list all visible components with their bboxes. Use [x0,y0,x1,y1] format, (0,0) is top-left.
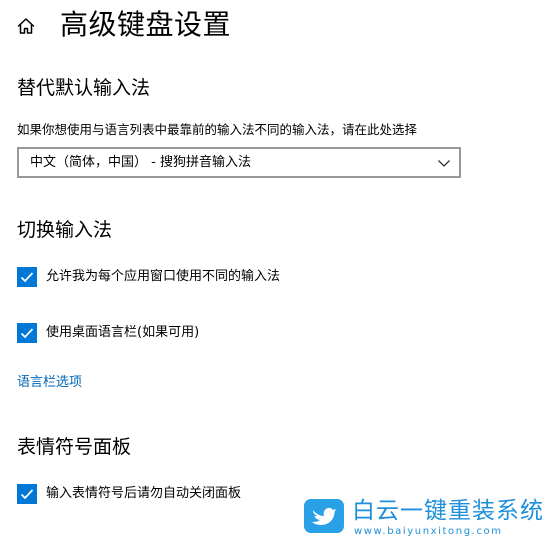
checkmark-icon [20,328,34,339]
per-app-input-checkbox[interactable] [17,267,37,287]
settings-page: 高级键盘设置 替代默认输入法 如果你想使用与语言列表中最靠前的输入法不同的输入法… [0,0,558,545]
watermark-url: www.baiyunxitong.com [354,526,503,537]
override-section-heading: 替代默认输入法 [17,77,151,99]
per-app-input-label: 允许我为每个应用窗口使用不同的输入法 [46,269,281,284]
emoji-section-heading: 表情符号面板 [17,436,132,458]
page-title: 高级键盘设置 [60,8,232,41]
home-icon [17,18,35,34]
dropdown-selected-value: 中文（简体，中国） - 搜狗拼音输入法 [30,155,251,170]
switch-section-heading: 切换输入法 [17,219,113,241]
checkmark-icon [20,272,34,283]
watermark-title: 白云一键重装系统 [352,498,544,524]
home-button[interactable] [12,12,40,40]
per-app-input-checkbox-row[interactable]: 允许我为每个应用窗口使用不同的输入法 [17,267,280,287]
chevron-down-icon [438,160,450,167]
emoji-panel-checkbox-row[interactable]: 输入表情符号后请勿自动关闭面板 [17,484,241,504]
emoji-panel-checkbox[interactable] [17,484,37,504]
checkmark-icon [20,489,34,500]
emoji-panel-label: 输入表情符号后请勿自动关闭面板 [46,486,242,501]
desktop-language-bar-checkbox[interactable] [17,323,37,343]
desktop-language-bar-label: 使用桌面语言栏(如果可用) [46,325,200,340]
override-description: 如果你想使用与语言列表中最靠前的输入法不同的输入法，请在此处选择 [17,122,418,137]
input-method-dropdown[interactable]: 中文（简体，中国） - 搜狗拼音输入法 [17,147,461,178]
language-bar-options-link[interactable]: 语言栏选项 [17,374,82,392]
page-header: 高级键盘设置 [0,0,558,52]
desktop-language-bar-checkbox-row[interactable]: 使用桌面语言栏(如果可用) [17,323,199,343]
bird-logo-icon [304,499,344,533]
watermark: 白云一键重装系统 www.baiyunxitong.com [296,493,556,543]
